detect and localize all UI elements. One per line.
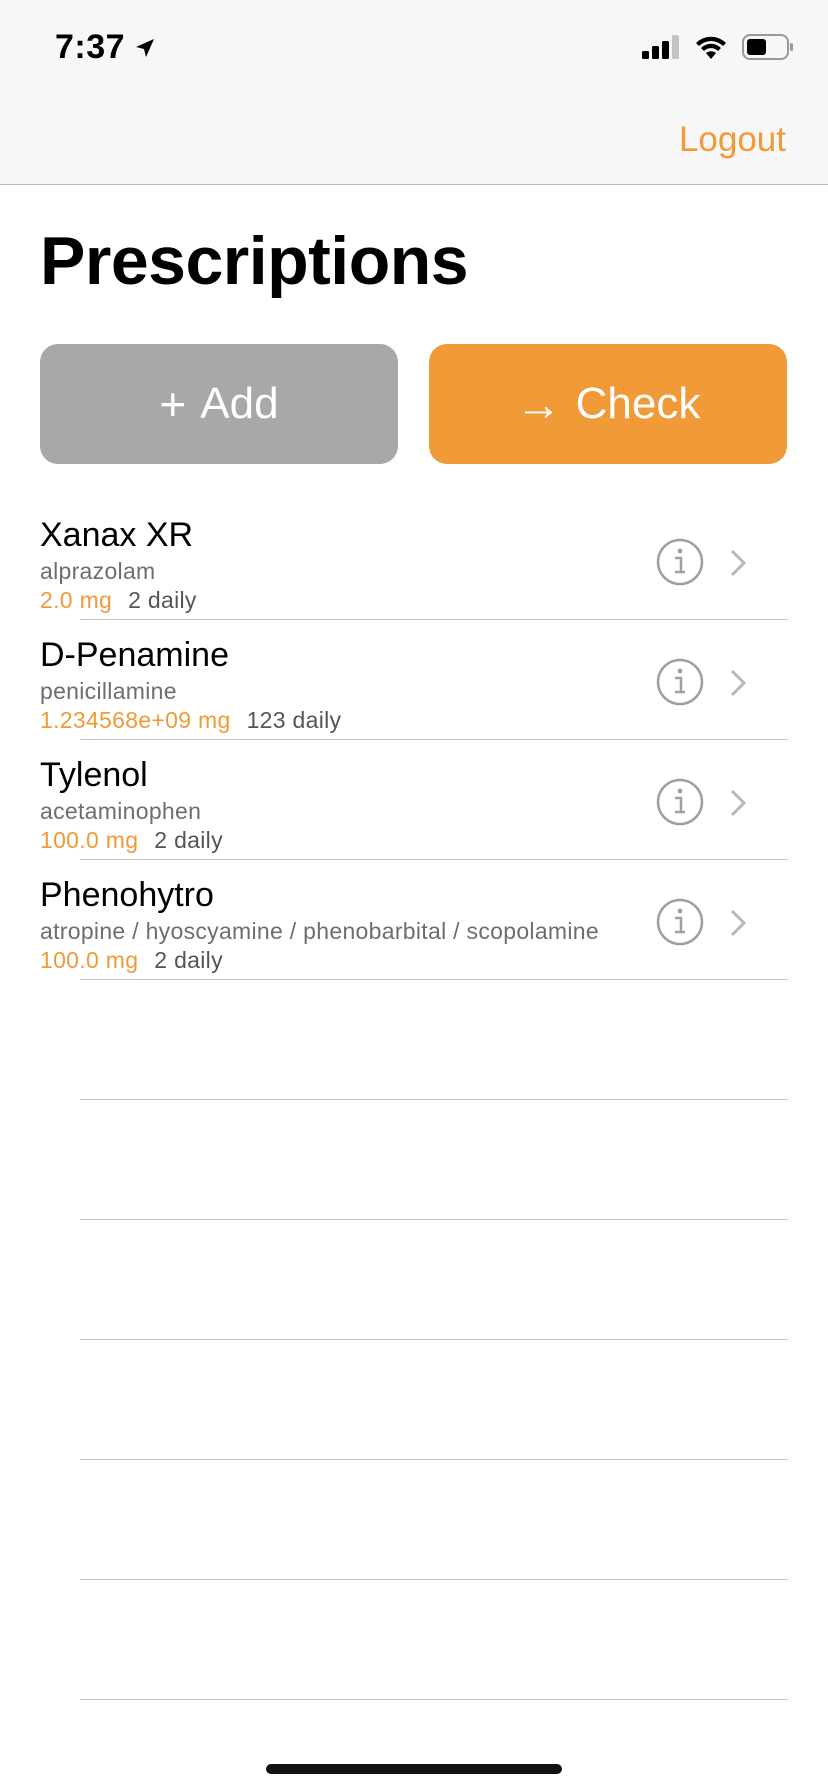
prescription-dose: 100.0 mg xyxy=(40,947,139,973)
prescription-row[interactable]: Xanax XR alprazolam 2.0 mg 2 daily xyxy=(0,500,828,620)
add-button-label: Add xyxy=(200,379,279,428)
prescription-dose-line: 100.0 mg 2 daily xyxy=(40,827,223,854)
prescription-dose: 100.0 mg xyxy=(40,827,139,853)
row-separator xyxy=(80,1699,788,1700)
logout-button[interactable]: Logout xyxy=(679,120,786,160)
prescription-dose-line: 100.0 mg 2 daily xyxy=(40,947,223,974)
check-button[interactable]: → Check xyxy=(429,344,787,464)
status-bar: 7:37 xyxy=(0,0,828,100)
info-icon[interactable] xyxy=(656,538,704,586)
prescription-frequency: 2 daily xyxy=(128,587,197,613)
prescription-row[interactable]: Phenohytro atropine / hyoscyamine / phen… xyxy=(0,860,828,980)
prescription-row[interactable]: Tylenol acetaminophen 100.0 mg 2 daily xyxy=(0,740,828,860)
prescription-generic: alprazolam xyxy=(40,558,156,584)
info-icon[interactable] xyxy=(656,658,704,706)
prescription-name: Phenohytro xyxy=(40,876,214,914)
wifi-icon xyxy=(696,36,726,59)
check-button-label: Check xyxy=(575,379,701,428)
status-icons xyxy=(642,34,794,60)
chevron-right-icon[interactable] xyxy=(728,788,748,818)
prescription-dose: 2.0 mg xyxy=(40,587,113,613)
prescription-dose-line: 1.234568e+09 mg 123 daily xyxy=(40,707,341,734)
cellular-signal-icon xyxy=(642,35,679,59)
home-indicator xyxy=(266,1764,562,1774)
info-icon[interactable] xyxy=(656,898,704,946)
empty-row xyxy=(0,1100,828,1220)
prescription-generic: acetaminophen xyxy=(40,798,202,824)
empty-row xyxy=(0,1220,828,1340)
info-icon[interactable] xyxy=(656,778,704,826)
chevron-right-icon[interactable] xyxy=(728,668,748,698)
prescription-frequency: 123 daily xyxy=(246,707,342,733)
plus-icon: + xyxy=(159,378,187,430)
prescription-frequency: 2 daily xyxy=(154,827,223,853)
status-time: 7:37 xyxy=(55,28,157,67)
prescription-name: Tylenol xyxy=(40,756,148,794)
prescription-frequency: 2 daily xyxy=(154,947,223,973)
prescription-name: Xanax XR xyxy=(40,516,194,554)
empty-row xyxy=(0,980,828,1100)
prescription-dose: 1.234568e+09 mg xyxy=(40,707,231,733)
add-button[interactable]: + Add xyxy=(40,344,398,464)
status-time-label: 7:37 xyxy=(55,28,126,66)
navigation-bar: Logout xyxy=(0,100,828,185)
location-arrow-icon xyxy=(136,38,155,57)
prescription-dose-line: 2.0 mg 2 daily xyxy=(40,587,197,614)
empty-row xyxy=(0,1340,828,1460)
empty-row xyxy=(0,1580,828,1700)
page-title: Prescriptions xyxy=(40,223,469,299)
prescription-generic: atropine / hyoscyamine / phenobarbital /… xyxy=(40,918,599,944)
prescription-name: D-Penamine xyxy=(40,636,229,674)
arrow-right-icon: → xyxy=(515,378,562,430)
empty-row xyxy=(0,1460,828,1580)
prescription-generic: penicillamine xyxy=(40,678,177,704)
chevron-right-icon[interactable] xyxy=(728,908,748,938)
prescription-list: Xanax XR alprazolam 2.0 mg 2 daily D-Pena… xyxy=(0,500,828,1700)
battery-icon xyxy=(742,34,793,60)
chevron-right-icon[interactable] xyxy=(728,548,748,578)
prescription-row[interactable]: D-Penamine penicillamine 1.234568e+09 mg… xyxy=(0,620,828,740)
